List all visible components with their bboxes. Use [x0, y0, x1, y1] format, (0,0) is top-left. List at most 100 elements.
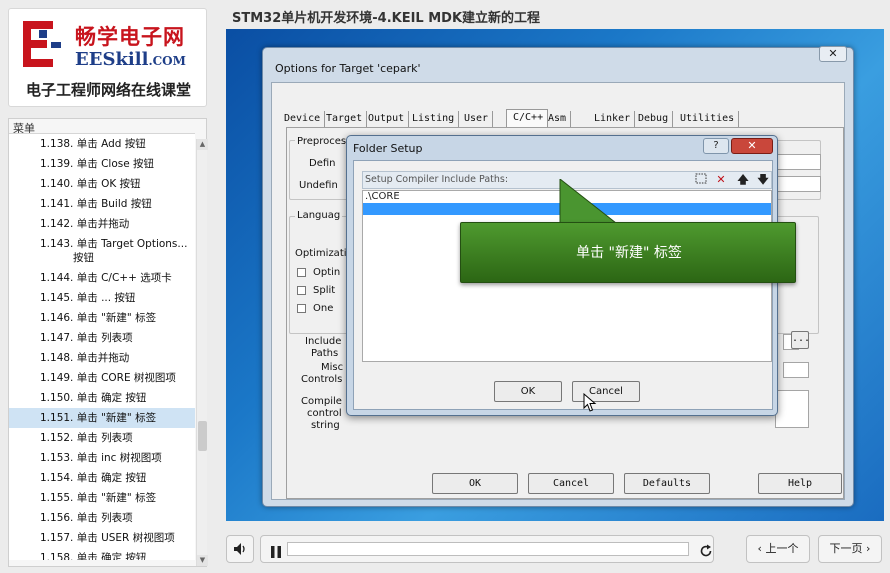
folder-close-button[interactable]: ✕ [731, 138, 773, 154]
compiler-string-field[interactable] [775, 390, 809, 428]
language-label: Languag [295, 210, 343, 221]
menu-item-label: 1.158. 单击 确定 按钮 [40, 552, 147, 560]
tab-utilities[interactable]: Utilities [680, 111, 740, 127]
move-down-icon[interactable]: 🡇 [755, 173, 771, 187]
options-cancel-button[interactable]: Cancel [528, 473, 614, 494]
menu-item[interactable]: 1.153. 单击 inc 树视图项 [9, 448, 195, 468]
compiler-control-label: control [307, 408, 342, 419]
menu-item-label: 1.154. 单击 确定 按钮 [40, 472, 147, 484]
page-title: STM32单片机开发环境-4.KEIL MDK建立新的工程 [232, 11, 541, 26]
menu-item-label: 1.149. 单击 CORE 树视图项 [40, 372, 176, 384]
menu-item[interactable]: 1.139. 单击 Close 按钮 [9, 154, 195, 174]
menu-panel: 菜单 1.138. 单击 Add 按钮 1.139. 单击 Close 按钮 1.1… [8, 118, 208, 567]
brand-name-en: EESkill.COM [75, 49, 186, 70]
tab-device[interactable]: Device [284, 111, 326, 127]
new-folder-icon[interactable] [693, 173, 709, 187]
menu-item-label: 1.144. 单击 C/C++ 选项卡 [40, 272, 172, 284]
tab-target[interactable]: Target [326, 111, 368, 127]
mouse-cursor-icon [583, 393, 597, 412]
menu-item[interactable]: 1.142. 单击并拖动 [9, 214, 195, 234]
menu-item[interactable]: 1.155. 单击 "新建" 标签 [9, 488, 195, 508]
one-elf-checkbox[interactable] [297, 304, 306, 313]
menu-item-label: 1.153. 单击 inc 树视图项 [40, 452, 162, 464]
callout-pointer-icon [559, 179, 618, 224]
menu-item-label: 1.157. 单击 USER 树视图项 [40, 532, 175, 544]
tab-user[interactable]: User [464, 111, 494, 127]
menu-item-label-continued: 按钮 [73, 252, 94, 264]
menu-item[interactable]: 1.154. 单击 确定 按钮 [9, 468, 195, 488]
playback-controls: ‹ 上一个 下一页 › [226, 532, 884, 568]
replay-icon[interactable] [699, 542, 713, 568]
menu-list[interactable]: 1.138. 单击 Add 按钮 1.139. 单击 Close 按钮 1.140.… [9, 133, 195, 560]
menu-item[interactable]: 1.148. 单击并拖动 [9, 348, 195, 368]
menu-item[interactable]: 1.158. 单击 确定 按钮 [9, 548, 195, 560]
tab-linker[interactable]: Linker [594, 111, 636, 127]
pause-icon[interactable] [269, 543, 283, 569]
scroll-up-icon[interactable]: ▲ [197, 139, 208, 150]
menu-item[interactable]: 1.151. 单击 "新建" 标签 [9, 408, 195, 428]
controls-label: Controls [301, 374, 343, 385]
folder-help-button[interactable]: ? [703, 138, 729, 154]
menu-item-label: 1.145. 单击 ... 按钮 [40, 292, 136, 304]
options-defaults-button[interactable]: Defaults [624, 473, 710, 494]
options-ok-button[interactable]: OK [432, 473, 518, 494]
options-help-button[interactable]: Help [758, 473, 842, 494]
logo-mark-icon [23, 21, 61, 67]
menu-item-label: 1.150. 单击 确定 按钮 [40, 392, 147, 404]
menu-item[interactable]: 1.157. 单击 USER 树视图项 [9, 528, 195, 548]
menu-item[interactable]: 1.156. 单击 列表项 [9, 508, 195, 528]
menu-item-label: 1.142. 单击并拖动 [40, 218, 130, 230]
menu-item[interactable]: 1.143. 单击 Target Options... 按钮 [9, 234, 195, 268]
menu-item[interactable]: 1.138. 单击 Add 按钮 [9, 134, 195, 154]
volume-icon[interactable] [226, 535, 254, 563]
menu-item[interactable]: 1.149. 单击 CORE 树视图项 [9, 368, 195, 388]
menu-item[interactable]: 1.140. 单击 OK 按钮 [9, 174, 195, 194]
menu-item[interactable]: 1.150. 单击 确定 按钮 [9, 388, 195, 408]
misc-label: Misc [321, 362, 344, 373]
menu-item-label: 1.151. 单击 "新建" 标签 [40, 412, 157, 424]
menu-item-label: 1.138. 单击 Add 按钮 [40, 138, 146, 150]
scroll-down-icon[interactable]: ▼ [197, 555, 208, 566]
delete-icon[interactable]: ✕ [713, 173, 729, 187]
menu-item[interactable]: 1.141. 单击 Build 按钮 [9, 194, 195, 214]
video-frame: Options for Target 'cepark' ✕ Device Targ… [226, 29, 884, 521]
menu-item-label: 1.156. 单击 列表项 [40, 512, 133, 524]
menu-item-label: 1.143. 单击 Target Options... [40, 238, 188, 250]
split-checkbox[interactable] [297, 286, 306, 295]
move-up-icon[interactable]: 🡅 [735, 173, 751, 187]
menu-item-label: 1.139. 单击 Close 按钮 [40, 158, 155, 170]
menu-item-label: 1.148. 单击并拖动 [40, 352, 130, 364]
one-elf-label: One [313, 303, 334, 314]
menu-item[interactable]: 1.147. 单击 列表项 [9, 328, 195, 348]
next-button-label: 下一页 [829, 542, 863, 555]
tab-debug[interactable]: Debug [638, 111, 674, 127]
menu-item[interactable]: 1.146. 单击 "新建" 标签 [9, 308, 195, 328]
tab-c-c-[interactable]: C/C++ [506, 109, 549, 127]
folder-ok-button[interactable]: OK [494, 381, 562, 402]
tab-output[interactable]: Output [368, 111, 410, 127]
options-dialog-title: Options for Target 'cepark' [275, 62, 421, 75]
optimize-checkbox[interactable] [297, 268, 306, 277]
menu-item-label: 1.141. 单击 Build 按钮 [40, 198, 152, 210]
misc-input[interactable] [783, 362, 809, 378]
scroll-thumb[interactable] [198, 421, 207, 451]
tab-asm[interactable]: Asm [548, 111, 572, 127]
prev-button[interactable]: ‹ 上一个 [746, 535, 810, 563]
logo: 畅学电子网 EESkill.COM 电子工程师网络在线课堂 [8, 8, 207, 107]
menu-item[interactable]: 1.145. 单击 ... 按钮 [9, 288, 195, 308]
include-label: Include [305, 336, 342, 347]
menu-item-label: 1.147. 单击 列表项 [40, 332, 133, 344]
logo-tagline: 电子工程师网络在线课堂 [25, 81, 191, 99]
options-close-button[interactable]: ✕ [819, 46, 847, 62]
compiler-string-label: string [311, 420, 340, 431]
browse-button[interactable]: ... [791, 331, 810, 349]
next-button[interactable]: 下一页 › [818, 535, 882, 563]
menu-item-label: 1.155. 单击 "新建" 标签 [40, 492, 157, 504]
tab-listing[interactable]: Listing [412, 111, 460, 127]
menu-item[interactable]: 1.152. 单击 列表项 [9, 428, 195, 448]
folder-setup-title: Folder Setup [353, 142, 423, 155]
menu-item[interactable]: 1.144. 单击 C/C++ 选项卡 [9, 268, 195, 288]
progress-bar[interactable] [287, 542, 689, 556]
menu-scrollbar[interactable]: ▲ ▼ [196, 139, 208, 566]
define-label: Defin [309, 158, 336, 169]
